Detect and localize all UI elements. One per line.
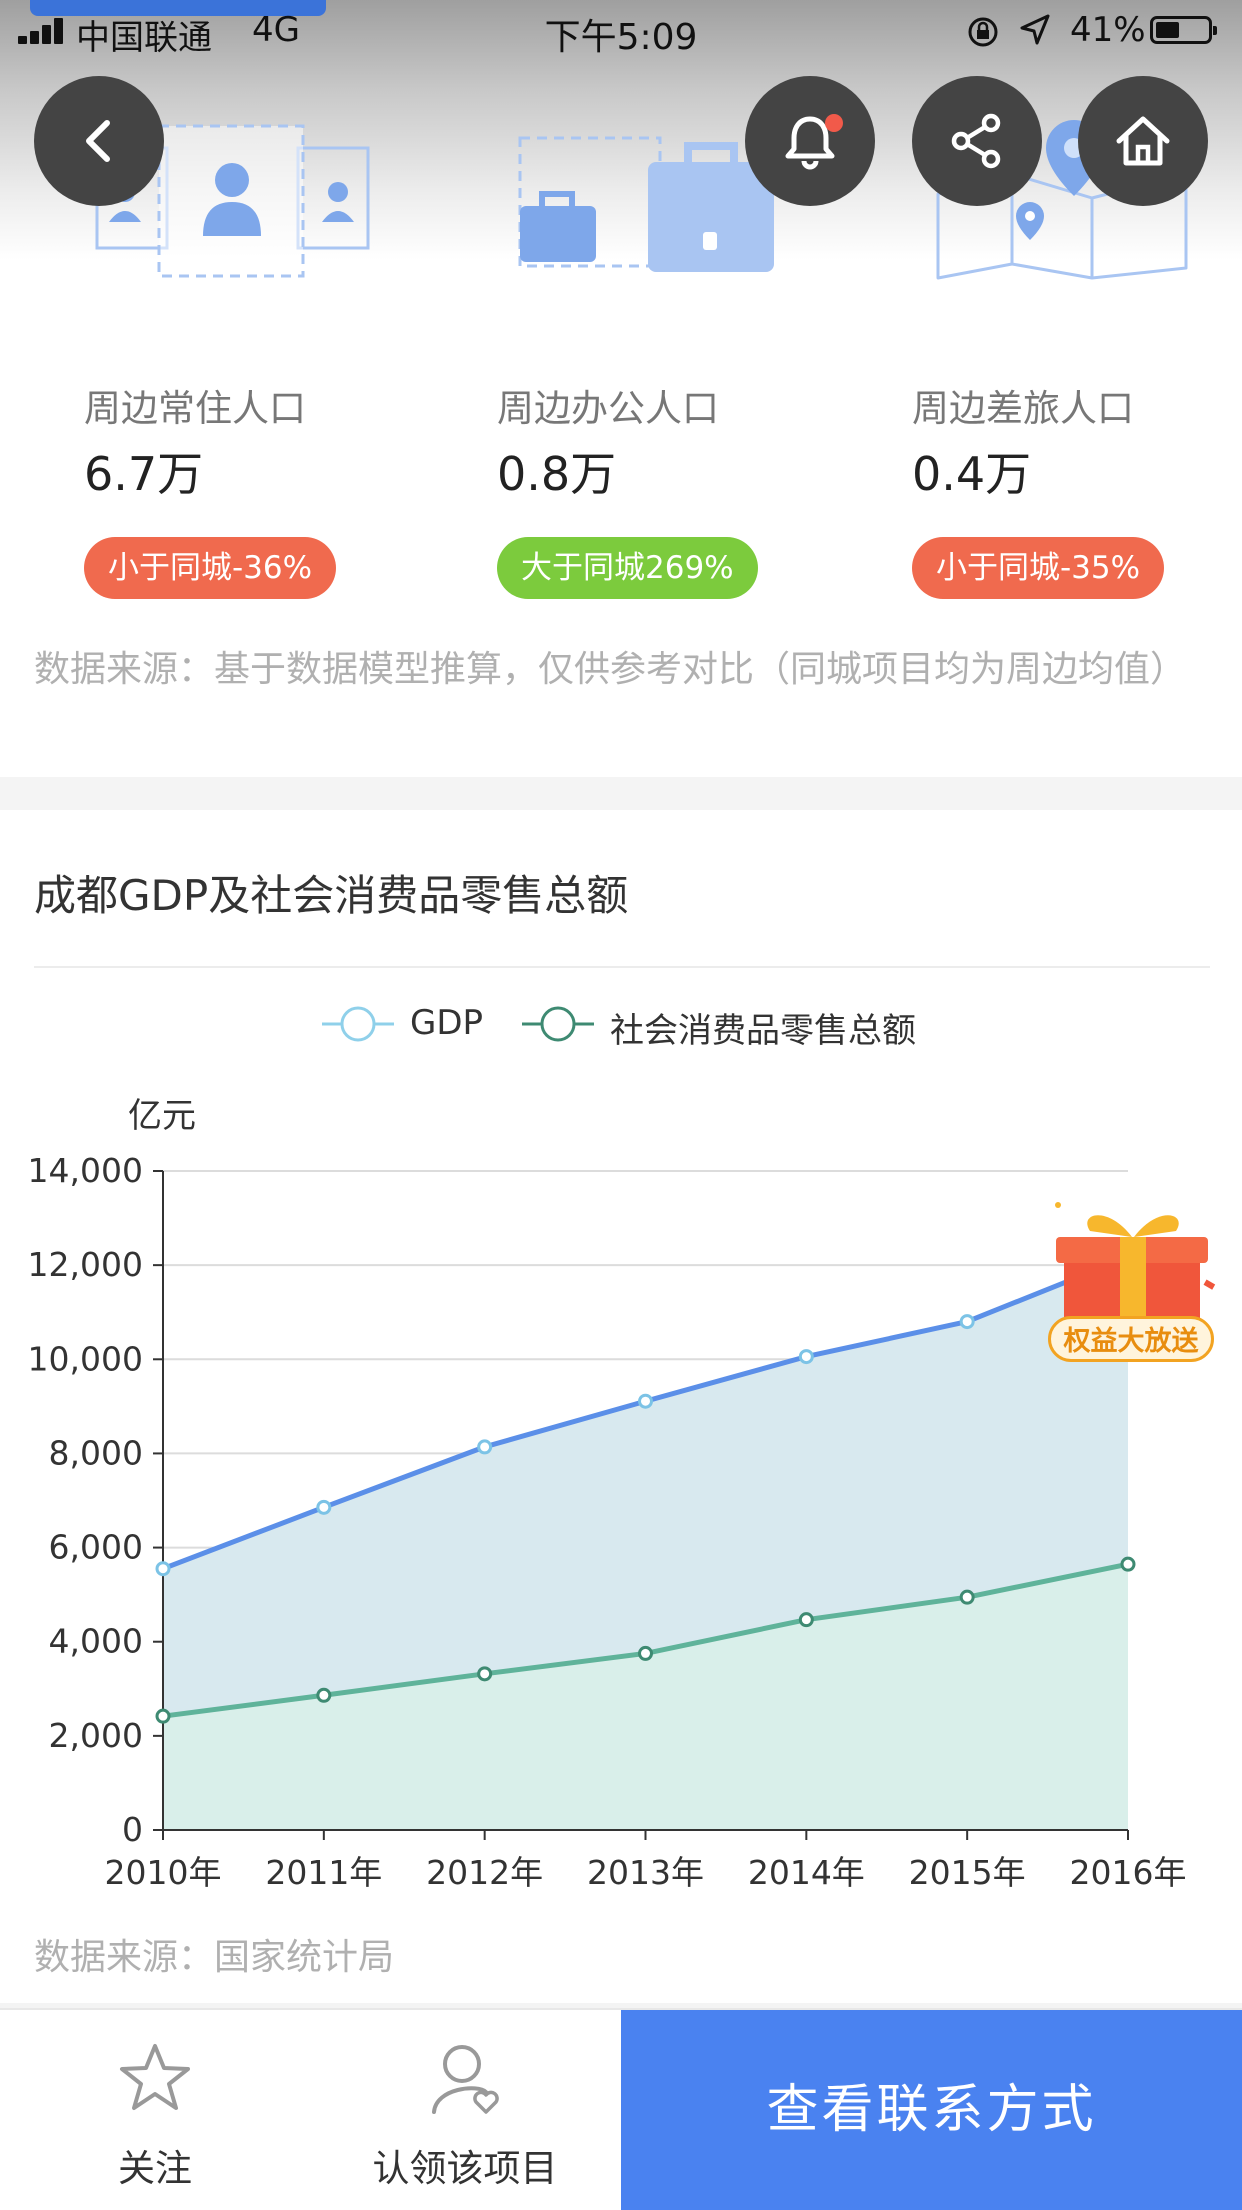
gdp-point (316, 1499, 332, 1515)
x-tick-label: 2010年 (105, 1853, 222, 1892)
gdp-point (798, 1349, 814, 1365)
retail-point (477, 1666, 493, 1682)
gdp-point (638, 1393, 653, 1409)
status-time: 下午5:09 (544, 17, 698, 58)
chevron-left-icon (86, 120, 110, 162)
y-tick-label: 10,000 (28, 1339, 143, 1378)
x-tick-label: 2014年 (748, 1853, 865, 1892)
share-button[interactable] (912, 76, 1042, 206)
retail-point (638, 1645, 653, 1661)
gift-box-icon[interactable] (1048, 1195, 1218, 1325)
line-chart: 0 2,000 4,000 6,000 8,000 10,000 12,000 14,000 2… (28, 1006, 1187, 1892)
y-tick-label: 12,000 (28, 1245, 143, 1284)
user-heart-icon (432, 2045, 499, 2114)
star-icon (120, 2044, 190, 2110)
view-contact-button[interactable]: 查看联系方式 (621, 2010, 1242, 2210)
battery-percent: 41% (1070, 10, 1146, 50)
bottom-action-bar: 关注 认领该项目 查看联系方式 (0, 2008, 1242, 2210)
location-arrow-icon (1020, 14, 1050, 45)
gdp-point (959, 1314, 975, 1330)
x-tick-label: 2012年 (426, 1853, 543, 1892)
x-tick-label: 2011年 (265, 1853, 382, 1892)
claim-project-label: 认领该项目 (372, 2147, 558, 2190)
retail-point (155, 1708, 171, 1724)
share-icon (951, 113, 1001, 169)
rotation-lock-icon (968, 17, 998, 47)
promo-badge[interactable]: 权益大放送 (1048, 1316, 1214, 1362)
home-icon (1116, 116, 1170, 166)
retail-point (1120, 1556, 1136, 1572)
office-population-icon (518, 136, 774, 272)
y-tick-label: 4,000 (49, 1622, 143, 1661)
retail-point (959, 1589, 975, 1605)
follow-label: 关注 (118, 2147, 192, 2190)
legend-retail-marker (540, 1006, 576, 1042)
notification-dot (825, 114, 843, 132)
retail-point (316, 1687, 332, 1703)
legend-gdp-marker (340, 1006, 376, 1042)
y-tick-label: 0 (122, 1810, 143, 1849)
follow-button[interactable]: 关注 (60, 2010, 250, 2210)
claim-project-button[interactable]: 认领该项目 (340, 2010, 590, 2210)
x-tick-label: 2016年 (1070, 1853, 1187, 1892)
status-bar: 中国联通 4G 下午5:09 41% (0, 0, 1242, 62)
gdp-point (477, 1439, 493, 1455)
x-tick-label: 2015年 (909, 1853, 1026, 1892)
y-tick-label: 6,000 (49, 1528, 143, 1567)
back-button[interactable] (34, 76, 164, 206)
battery-icon (1150, 16, 1217, 44)
y-tick-label: 8,000 (49, 1433, 143, 1472)
y-tick-label: 2,000 (49, 1716, 143, 1755)
home-button[interactable] (1078, 76, 1208, 206)
x-tick-label: 2013年 (587, 1853, 704, 1892)
notification-button[interactable] (745, 76, 875, 206)
y-tick-label: 14,000 (28, 1151, 143, 1190)
gdp-point (155, 1561, 171, 1577)
retail-point (798, 1612, 814, 1628)
